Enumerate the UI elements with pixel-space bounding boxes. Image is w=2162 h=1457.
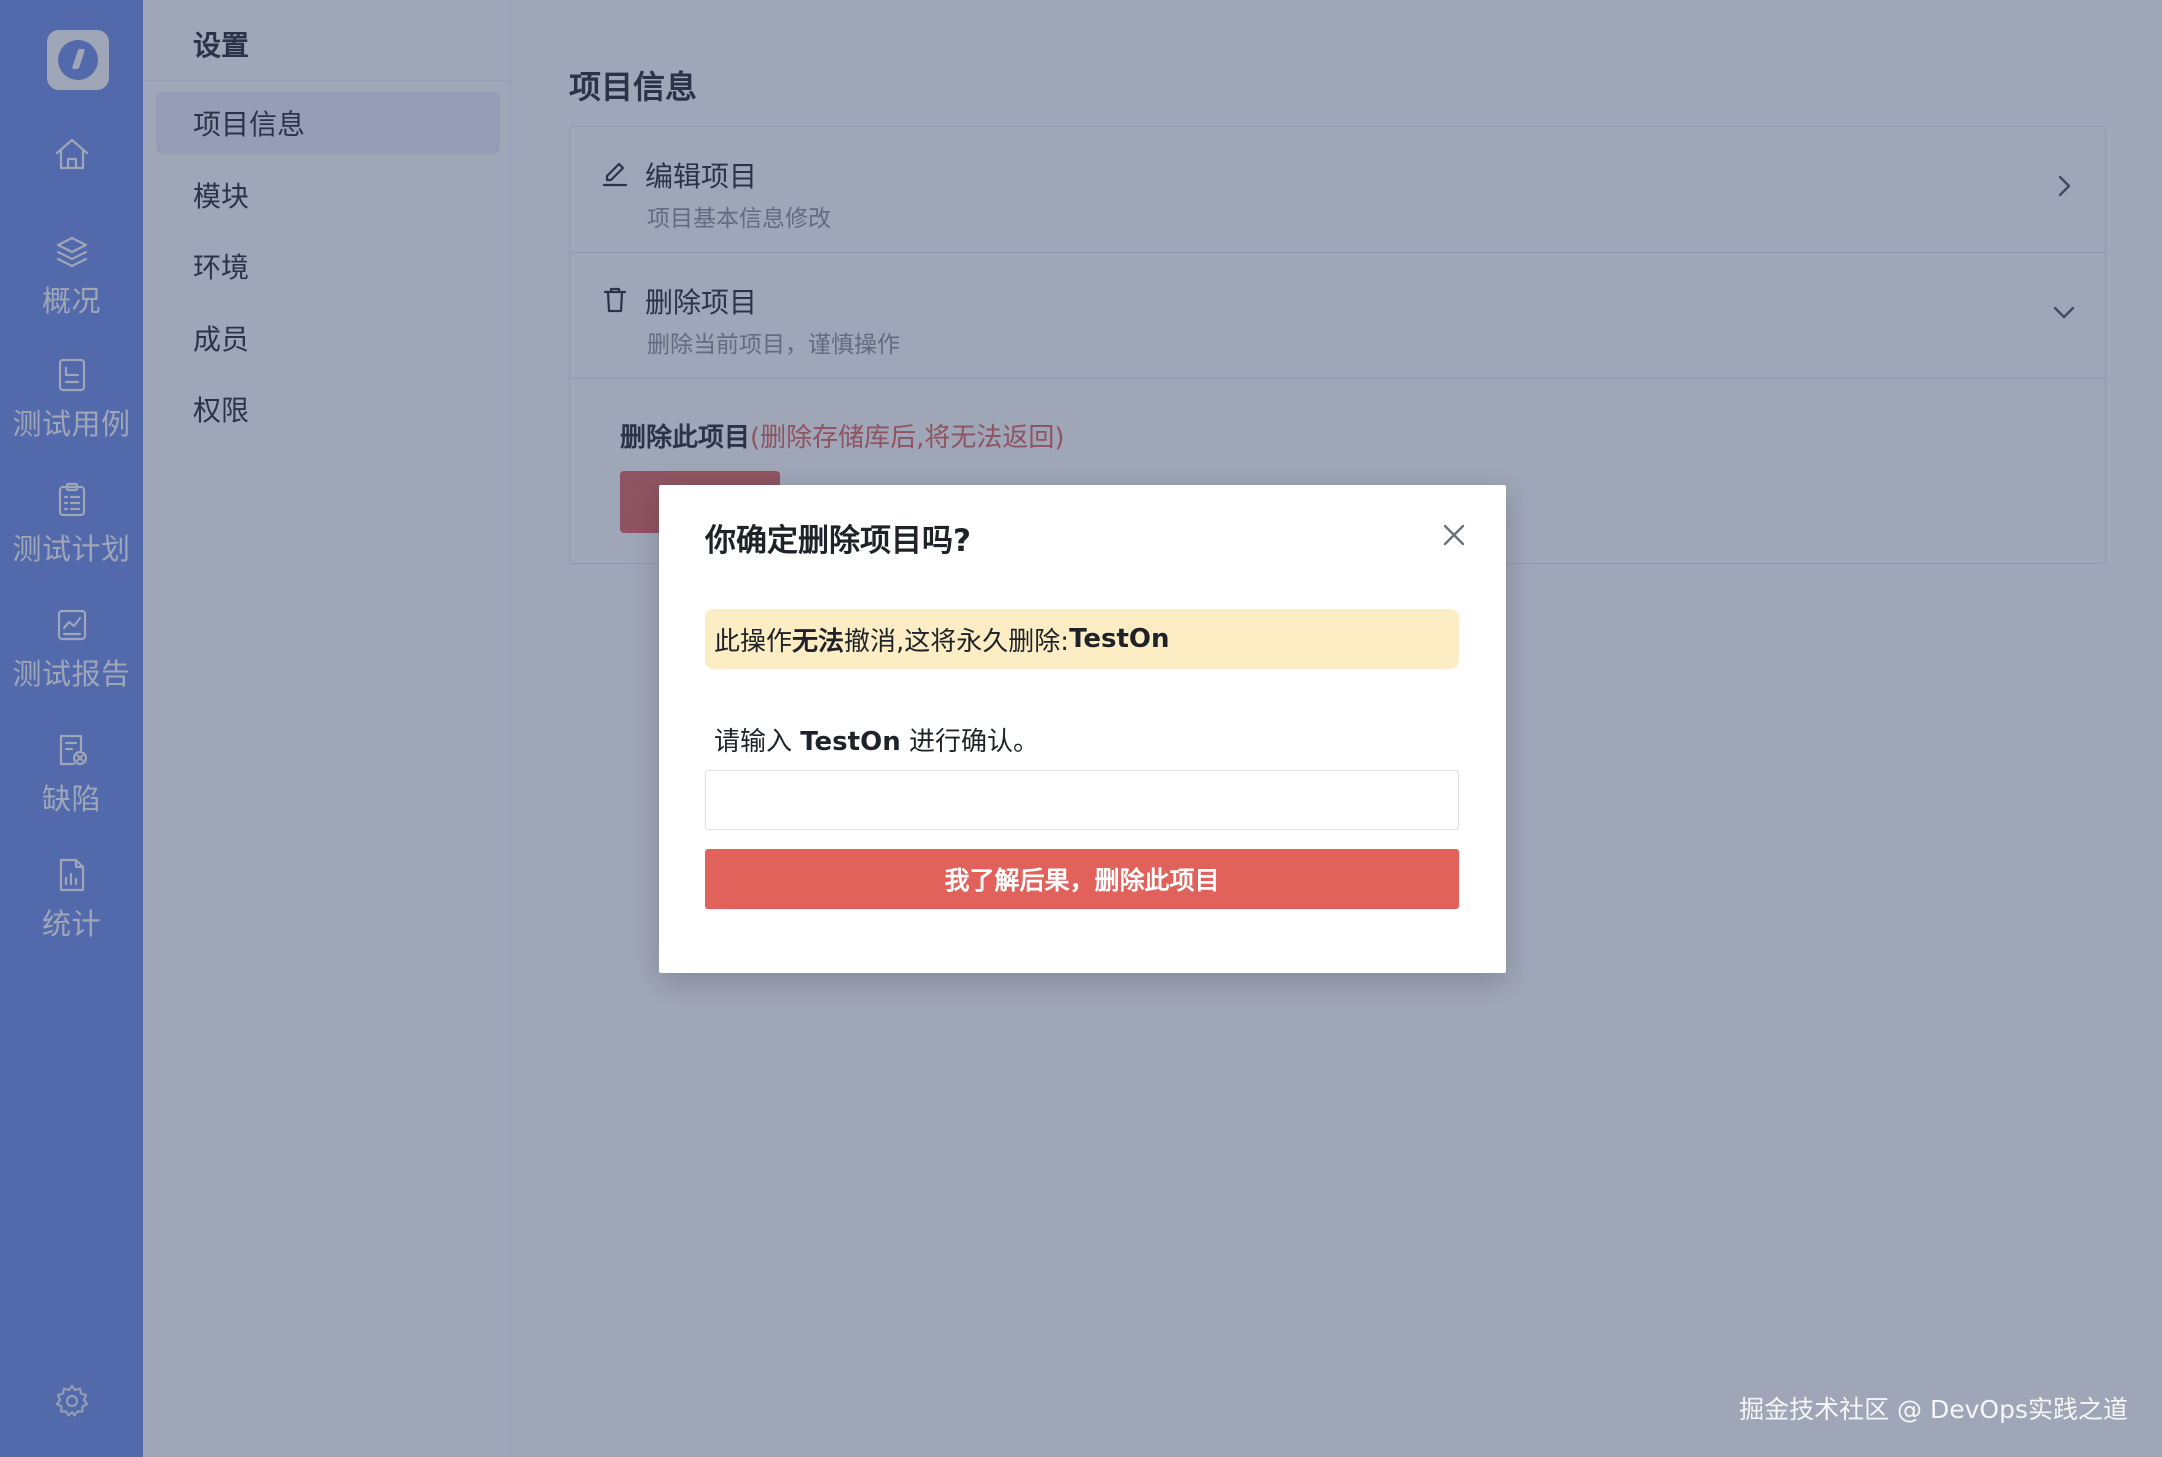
- alert-project-name: TestOn: [1069, 624, 1170, 654]
- delete-confirm-dialog: 你确定删除项目吗? 此操作 无法 撤消,这将永久删除: TestOn 请输入 Test…: [659, 485, 1506, 973]
- alert-strong: 无法: [792, 626, 845, 657]
- confirm-instruction: 请输入 TestOn 进行确认。: [714, 721, 1039, 758]
- alert-middle: 撤消,这将永久删除:: [844, 626, 1070, 657]
- confirm-project-name: TestOn: [800, 727, 901, 757]
- confirm-delete-button[interactable]: 我了解后果，删除此项目: [705, 849, 1459, 909]
- confirm-project-name-input[interactable]: [705, 770, 1459, 830]
- warning-alert: 此操作 无法 撤消,这将永久删除: TestOn: [705, 609, 1459, 669]
- watermark: 掘金技术社区 @ DevOps实践之道: [1739, 1395, 2128, 1424]
- confirm-prefix: 请输入: [714, 727, 801, 757]
- dialog-title: 你确定删除项目吗?: [705, 523, 971, 559]
- close-button[interactable]: [1438, 519, 1470, 551]
- confirm-suffix: 进行确认。: [900, 727, 1039, 757]
- alert-prefix: 此操作: [714, 626, 793, 657]
- close-icon: [1443, 524, 1465, 546]
